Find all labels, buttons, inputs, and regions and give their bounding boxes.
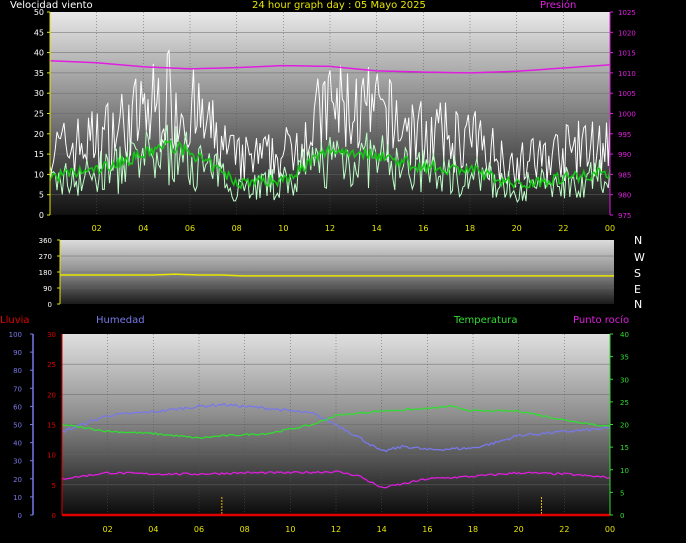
temperature-ytick-label: 40 bbox=[620, 331, 629, 339]
direction-ytick-label: 360 bbox=[39, 237, 52, 245]
wind-xtick-label: 20 bbox=[512, 224, 522, 233]
temp-xtick-label: 04 bbox=[148, 525, 158, 534]
temp-xtick-label: 14 bbox=[377, 525, 387, 534]
temp-xtick-label: 06 bbox=[194, 525, 204, 534]
wind-xtick-label: 14 bbox=[372, 224, 382, 233]
direction-ytick-label: 0 bbox=[48, 301, 52, 309]
humidity-ytick-label: 0 bbox=[18, 512, 22, 520]
pressure-ytick-label: 1015 bbox=[618, 50, 636, 58]
humidity-ytick-label: 30 bbox=[13, 458, 22, 466]
pressure-ytick-label: 1025 bbox=[618, 9, 636, 17]
humidity-ytick-label: 40 bbox=[13, 440, 22, 448]
temperature-ytick-label: 10 bbox=[620, 467, 629, 475]
temperature-ytick-label: 15 bbox=[620, 444, 629, 452]
humidity-ytick-label: 100 bbox=[9, 331, 22, 339]
wind-xtick-label: 22 bbox=[558, 224, 568, 233]
pressure-ytick-label: 975 bbox=[618, 212, 631, 220]
humidity-ytick-label: 10 bbox=[13, 494, 22, 502]
temp-xtick-label: 20 bbox=[514, 525, 524, 534]
wind-ytick-label: 25 bbox=[34, 110, 44, 119]
rain-ytick-label: 20 bbox=[47, 391, 56, 399]
temp-xtick-label: 10 bbox=[285, 525, 295, 534]
wind-ytick-label: 20 bbox=[34, 130, 44, 139]
direction-ytick-label: 270 bbox=[39, 253, 52, 261]
wind-xtick-label: 10 bbox=[278, 224, 288, 233]
temp-xtick-label: 16 bbox=[422, 525, 432, 534]
temperature-ytick-label: 20 bbox=[620, 422, 629, 430]
pressure-ytick-label: 1020 bbox=[618, 29, 636, 37]
direction-ytick-label: 90 bbox=[43, 285, 52, 293]
rain-ytick-label: 15 bbox=[47, 422, 56, 430]
wind-xtick-label: 16 bbox=[418, 224, 428, 233]
wind-ytick-label: 15 bbox=[34, 150, 44, 159]
rain-ytick-label: 30 bbox=[47, 331, 56, 339]
pressure-ytick-label: 990 bbox=[618, 151, 631, 159]
rain-ytick-label: 25 bbox=[47, 361, 56, 369]
wind-ytick-label: 5 bbox=[39, 191, 44, 200]
wind-ytick-label: 30 bbox=[34, 89, 44, 98]
pressure-ytick-label: 995 bbox=[618, 131, 631, 139]
rain-ytick-label: 10 bbox=[47, 452, 56, 460]
rain-ytick-label: 0 bbox=[52, 512, 56, 520]
wind-xtick-label: 00 bbox=[605, 224, 615, 233]
temp-xtick-label: 12 bbox=[331, 525, 341, 534]
wind-xtick-label: 06 bbox=[185, 224, 195, 233]
humidity-ytick-label: 80 bbox=[13, 367, 22, 375]
humidity-ytick-label: 20 bbox=[13, 476, 22, 484]
wind-xtick-label: 12 bbox=[325, 224, 335, 233]
humidity-ytick-label: 50 bbox=[13, 422, 22, 430]
wind-ytick-label: 35 bbox=[34, 69, 44, 78]
temperature-ytick-label: 25 bbox=[620, 399, 629, 407]
pressure-ytick-label: 1005 bbox=[618, 90, 636, 98]
weather-charts: 0510152025303540455097598098599099510001… bbox=[9, 8, 636, 534]
wind-ytick-label: 0 bbox=[39, 211, 44, 220]
wind-ytick-label: 45 bbox=[34, 28, 44, 37]
wind-xtick-label: 18 bbox=[465, 224, 475, 233]
temperature-ytick-label: 30 bbox=[620, 376, 629, 384]
wind-ytick-label: 10 bbox=[34, 170, 44, 179]
wind-ytick-label: 50 bbox=[34, 8, 44, 17]
temp-xtick-label: 18 bbox=[468, 525, 478, 534]
temp-xtick-label: 08 bbox=[240, 525, 250, 534]
temperature-ytick-label: 35 bbox=[620, 354, 629, 362]
pressure-ytick-label: 980 bbox=[618, 192, 631, 200]
direction-ytick-label: 180 bbox=[39, 269, 52, 277]
temperature-ytick-label: 5 bbox=[620, 489, 624, 497]
pressure-ytick-label: 985 bbox=[618, 171, 631, 179]
wind-ytick-label: 40 bbox=[34, 49, 44, 58]
temp-xtick-label: 22 bbox=[559, 525, 569, 534]
temp-xtick-label: 00 bbox=[605, 525, 615, 534]
temp-xtick-label: 02 bbox=[103, 525, 113, 534]
wind-xtick-label: 08 bbox=[232, 224, 242, 233]
pressure-ytick-label: 1000 bbox=[618, 111, 636, 119]
humidity-ytick-label: 90 bbox=[13, 349, 22, 357]
humidity-ytick-label: 60 bbox=[13, 403, 22, 411]
rain-ytick-label: 5 bbox=[52, 482, 56, 490]
humidity-ytick-label: 70 bbox=[13, 385, 22, 393]
pressure-ytick-label: 1010 bbox=[618, 70, 636, 78]
temperature-ytick-label: 0 bbox=[620, 512, 624, 520]
wind-xtick-label: 04 bbox=[138, 224, 148, 233]
wind-xtick-label: 02 bbox=[92, 224, 102, 233]
